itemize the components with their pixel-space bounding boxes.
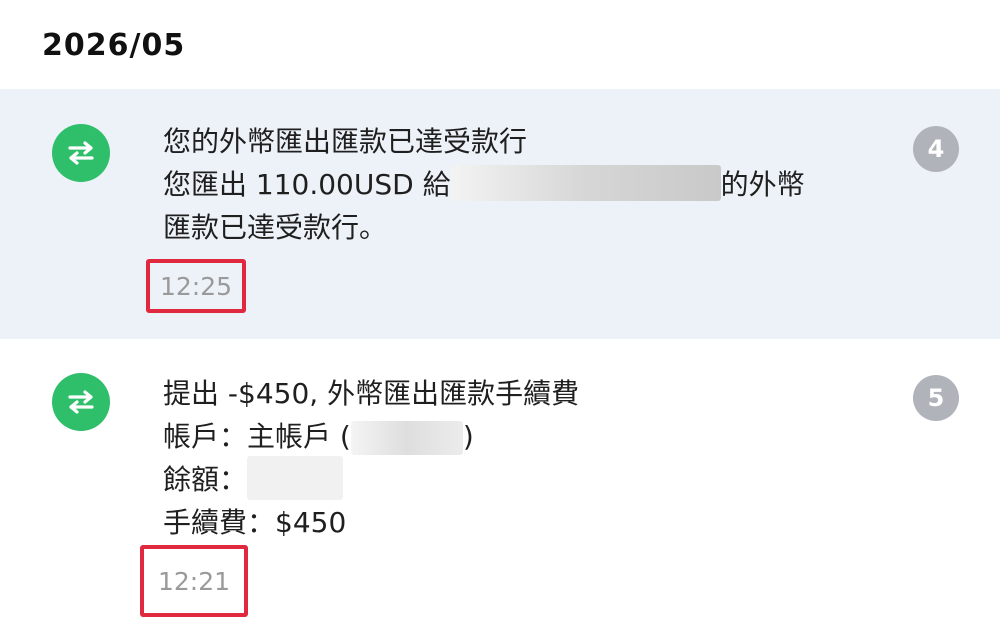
notification-index-badge: 4: [913, 126, 959, 172]
notification-body-line: 手續費：$450: [163, 506, 347, 539]
notification-body-line: 匯款已達受款行。: [163, 211, 388, 244]
redacted-recipient: [450, 165, 721, 201]
notification-item[interactable]: 您的外幣匯出匯款已達受款行 您匯出 110.00USD 給 的外幣 匯款已達受款行…: [0, 89, 1000, 339]
body-text: 您匯出 110.00USD 給: [163, 168, 451, 201]
body-text: 帳戶：主帳戶 (: [163, 420, 351, 453]
notification-time: 12:21: [157, 566, 231, 596]
notification-item[interactable]: 提出 -$450, 外幣匯出匯款手續費 帳戶：主帳戶 () 餘額： 手續費：$4…: [0, 340, 1000, 625]
notification-time: 12:25: [159, 271, 233, 301]
balance-label: 餘額：: [163, 463, 248, 496]
notification-body-line: 您匯出 110.00USD 給 的外幣: [163, 163, 805, 206]
redacted-balance: [247, 456, 344, 500]
notification-title: 提出 -$450, 外幣匯出匯款手續費: [163, 377, 580, 410]
redacted-account-number: [350, 421, 463, 455]
notification-index-badge: 5: [913, 375, 959, 421]
notification-body-line: 餘額：: [163, 456, 579, 501]
notification-title: 您的外幣匯出匯款已達受款行: [163, 125, 528, 158]
transfer-arrows-icon: [52, 373, 110, 431]
notification-message: 您的外幣匯出匯款已達受款行 您匯出 110.00USD 給 的外幣 匯款已達受款行…: [163, 120, 805, 249]
notification-message: 提出 -$450, 外幣匯出匯款手續費 帳戶：主帳戶 () 餘額： 手續費：$4…: [163, 372, 579, 544]
time-annotation-box: 12:25: [146, 259, 246, 313]
time-annotation-box: 12:21: [140, 545, 248, 617]
transfer-arrows-icon: [52, 124, 110, 182]
body-text: 的外幣: [720, 168, 805, 201]
body-text: ): [462, 420, 474, 453]
month-header: 2026/05: [42, 28, 186, 63]
notification-body-line: 帳戶：主帳戶 (): [163, 415, 579, 458]
